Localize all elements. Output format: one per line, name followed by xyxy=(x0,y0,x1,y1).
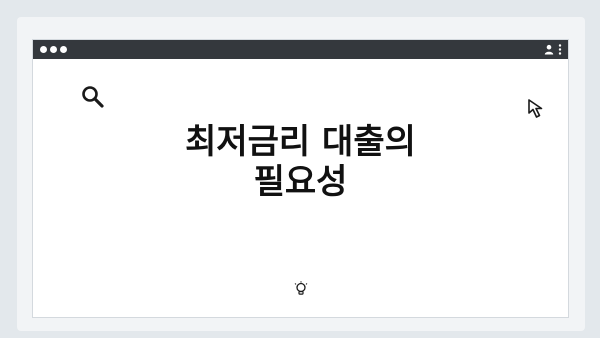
window-titlebar xyxy=(33,40,568,59)
window-control-dot[interactable] xyxy=(50,46,57,53)
window-control-dot[interactable] xyxy=(40,46,47,53)
more-vertical-icon[interactable] xyxy=(558,40,562,59)
cursor-arrow-icon xyxy=(527,98,549,120)
search-icon[interactable] xyxy=(80,84,106,110)
browser-window: 최저금리 대출의 필요성 xyxy=(32,39,569,318)
user-icon[interactable] xyxy=(544,40,554,59)
window-control-dot[interactable] xyxy=(60,46,67,53)
article-headline: 최저금리 대출의 필요성 xyxy=(185,122,416,202)
lightbulb-icon xyxy=(293,281,309,297)
titlebar-actions xyxy=(544,43,562,56)
